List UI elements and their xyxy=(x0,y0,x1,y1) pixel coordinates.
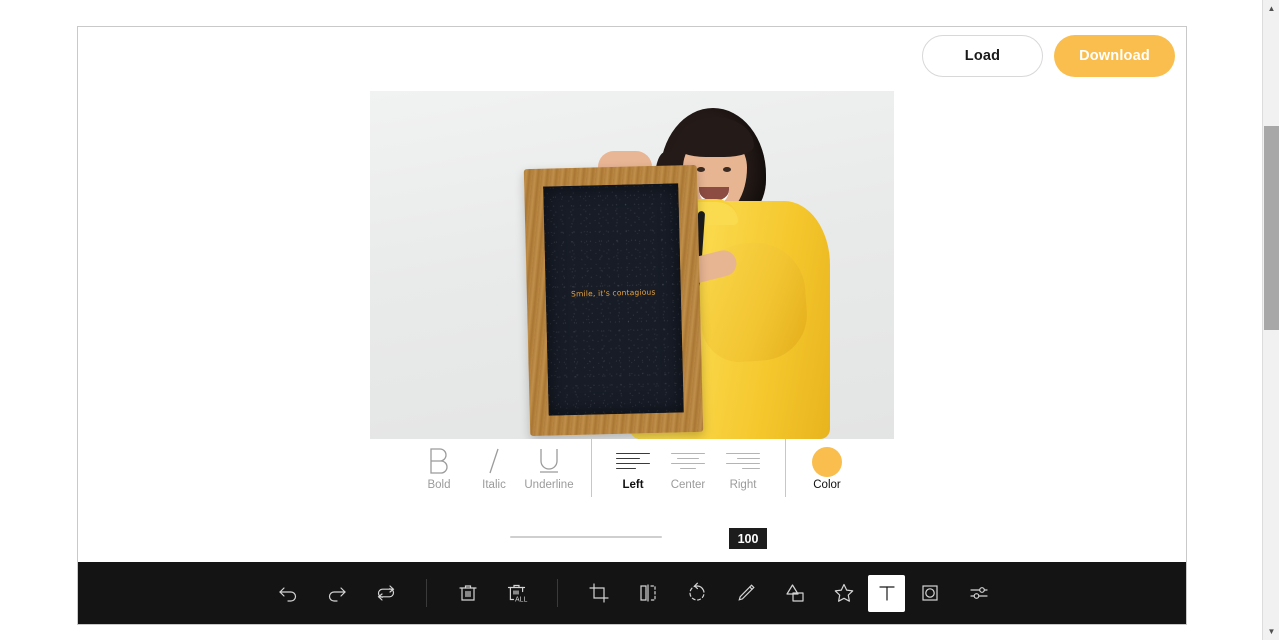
align-center-button[interactable]: Center xyxy=(661,439,716,491)
header-actions: Load Download xyxy=(922,35,1175,77)
color-picker-button[interactable]: Color xyxy=(800,439,855,491)
align-right-button[interactable]: Right xyxy=(716,439,771,491)
pencil-icon xyxy=(734,581,758,605)
chalkboard-frame: Smile, it's contagious xyxy=(523,164,704,437)
redo-button[interactable] xyxy=(312,573,361,613)
image-canvas[interactable]: Smile, it's contagious xyxy=(370,91,894,439)
filter-icon xyxy=(967,581,991,605)
rotate-icon xyxy=(685,581,709,605)
scroll-up-arrow[interactable]: ▲ xyxy=(1263,0,1279,17)
bold-icon xyxy=(425,443,453,479)
align-left-button[interactable]: Left xyxy=(606,439,661,491)
eye-right xyxy=(723,167,731,172)
shape-button[interactable] xyxy=(770,573,819,613)
load-button[interactable]: Load xyxy=(922,35,1043,77)
text-format-toolbar: Bold Italic Underline Left Center Right … xyxy=(78,439,1186,509)
trash-icon xyxy=(456,581,480,605)
underline-button[interactable]: Underline xyxy=(522,439,577,491)
scroll-down-arrow[interactable]: ▼ xyxy=(1263,623,1279,640)
star-icon xyxy=(832,581,856,605)
toolbar-separator-1 xyxy=(426,579,427,607)
italic-icon xyxy=(480,443,508,479)
align-right-label: Right xyxy=(729,479,757,491)
text-icon xyxy=(876,582,898,604)
photo-background: Smile, it's contagious xyxy=(370,91,894,439)
align-center-label: Center xyxy=(670,479,706,491)
icon-button[interactable] xyxy=(819,573,868,613)
text-size-slider-row: 100 xyxy=(78,517,1186,557)
undo-icon xyxy=(276,581,300,605)
filter-button[interactable] xyxy=(954,573,1003,613)
color-label: Color xyxy=(813,479,841,491)
bold-label: Bold xyxy=(427,479,451,491)
align-center-icon xyxy=(671,443,705,479)
color-swatch-icon xyxy=(812,443,842,479)
reset-button[interactable] xyxy=(361,573,410,613)
underline-label: Underline xyxy=(524,479,574,491)
align-left-label: Left xyxy=(622,479,644,491)
italic-label: Italic xyxy=(482,479,506,491)
toolbar-divider-1 xyxy=(590,439,592,497)
shape-icon xyxy=(783,581,807,605)
crop-button[interactable] xyxy=(574,573,623,613)
scrollbar-thumb[interactable] xyxy=(1264,126,1279,330)
crop-icon xyxy=(587,581,611,605)
toolbar-divider-2 xyxy=(784,439,786,497)
mask-icon xyxy=(918,581,942,605)
draw-button[interactable] xyxy=(721,573,770,613)
reset-icon xyxy=(374,581,398,605)
delete-all-button[interactable]: ALL xyxy=(492,573,541,613)
italic-button[interactable]: Italic xyxy=(467,439,522,491)
align-left-icon xyxy=(616,443,650,479)
page-scrollbar[interactable]: ▲ ▼ xyxy=(1262,0,1279,640)
mask-button[interactable] xyxy=(905,573,954,613)
app-root: Load Download Smile, it's contagious Bol… xyxy=(0,0,1279,640)
main-toolbar: ALL xyxy=(78,562,1186,624)
download-button[interactable]: Download xyxy=(1054,35,1175,77)
flip-button[interactable] xyxy=(623,573,672,613)
chalkboard-surface: Smile, it's contagious xyxy=(543,183,684,416)
svg-text:ALL: ALL xyxy=(515,597,528,604)
align-right-icon xyxy=(726,443,760,479)
eye-left xyxy=(697,167,705,172)
flip-icon xyxy=(636,581,660,605)
bold-button[interactable]: Bold xyxy=(412,439,467,491)
toolbar-separator-2 xyxy=(557,579,558,607)
redo-icon xyxy=(325,581,349,605)
underline-icon xyxy=(534,443,564,479)
rotate-button[interactable] xyxy=(672,573,721,613)
trash-all-icon: ALL xyxy=(504,580,530,606)
text-button[interactable] xyxy=(868,574,905,612)
text-size-value[interactable]: 100 xyxy=(729,528,767,549)
delete-button[interactable] xyxy=(443,573,492,613)
undo-button[interactable] xyxy=(263,573,312,613)
editor-panel: Load Download Smile, it's contagious Bol… xyxy=(77,26,1187,625)
canvas-text-object[interactable]: Smile, it's contagious xyxy=(571,287,656,298)
text-size-slider[interactable] xyxy=(510,536,662,538)
